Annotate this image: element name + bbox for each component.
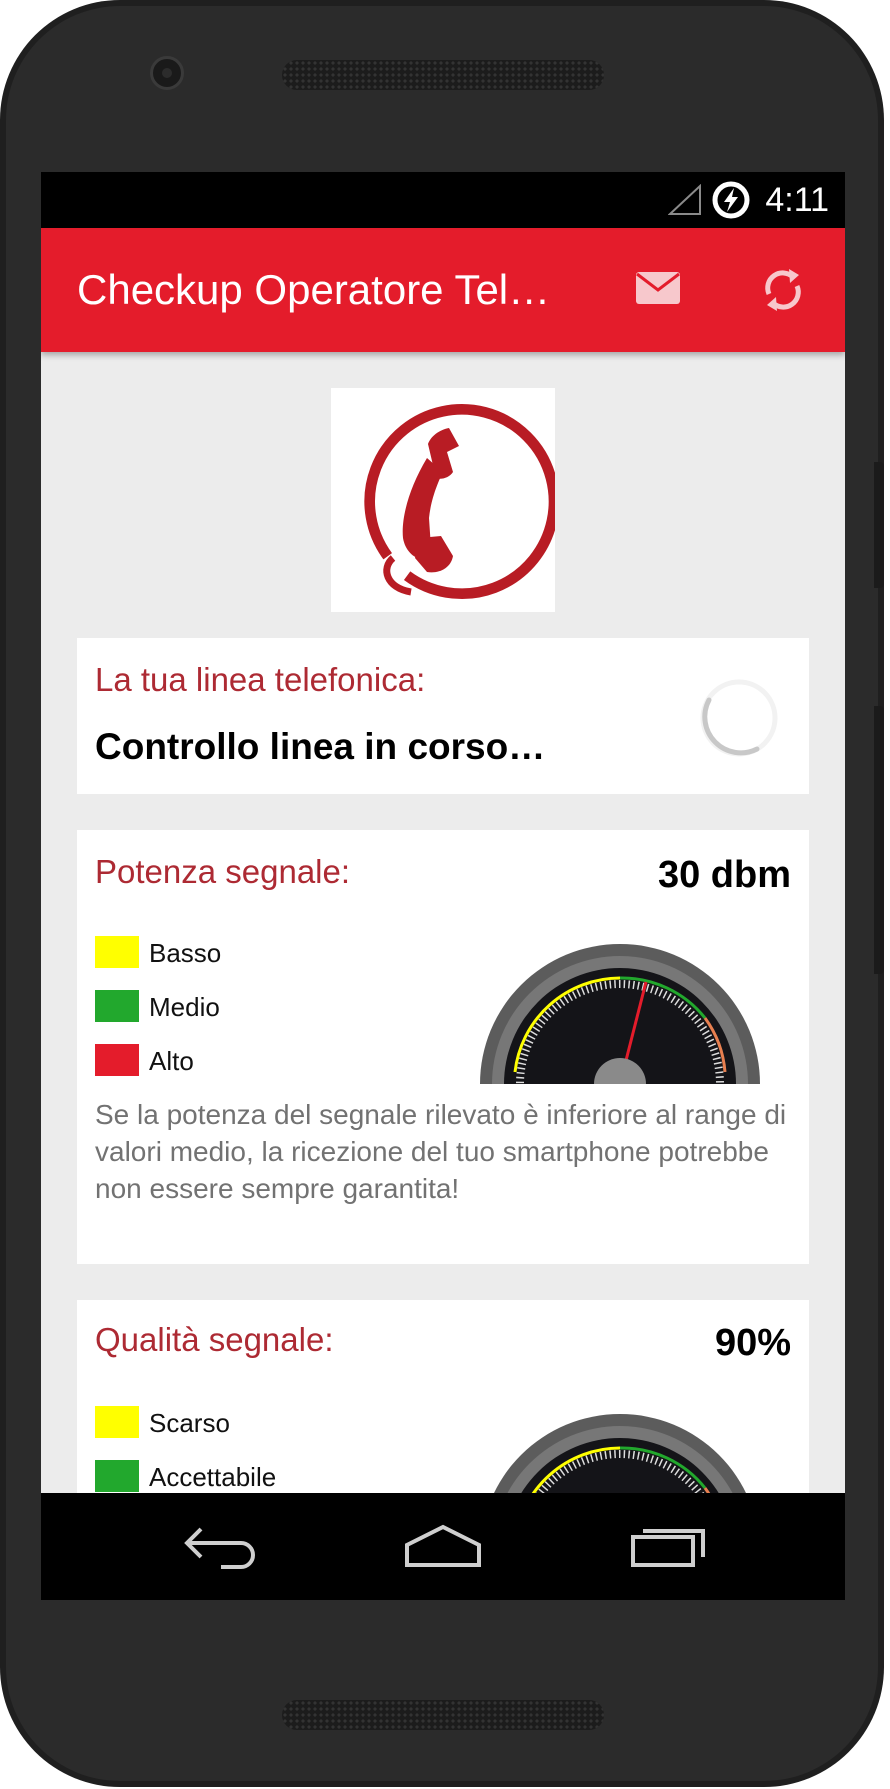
line-status: Controllo linea in corso… bbox=[95, 726, 546, 767]
legend-swatch-yellow bbox=[95, 1406, 139, 1438]
legend-label: Accettabile bbox=[149, 1462, 277, 1492]
phone-logo-icon bbox=[364, 404, 560, 599]
phone-frame: 4:11 Checkup Operatore Tel… La tua linea… bbox=[0, 0, 884, 1787]
legend-label: Basso bbox=[149, 938, 222, 968]
loading-spinner-icon bbox=[700, 679, 778, 757]
line-card: La tua linea telefonica: Controllo linea… bbox=[77, 638, 809, 794]
signal-quality-value: 90% bbox=[714, 1322, 791, 1364]
back-icon[interactable] bbox=[181, 1519, 261, 1571]
legend-label: Alto bbox=[149, 1046, 194, 1076]
status-bar: 4:11 bbox=[41, 172, 845, 228]
recents-icon[interactable] bbox=[629, 1519, 709, 1571]
legend-swatch-red bbox=[95, 1044, 139, 1076]
battery-charging-icon bbox=[712, 181, 750, 219]
refresh-icon[interactable] bbox=[759, 264, 807, 316]
signal-quality-label: Qualità segnale: bbox=[95, 1321, 334, 1358]
bottom-speaker bbox=[282, 1700, 604, 1730]
status-time: 4:11 bbox=[765, 181, 829, 219]
legend-swatch-yellow bbox=[95, 936, 139, 968]
mail-icon[interactable] bbox=[634, 268, 682, 308]
navigation-bar bbox=[41, 1493, 845, 1600]
top-speaker bbox=[282, 60, 604, 90]
signal-power-gauge bbox=[480, 944, 760, 1084]
signal-power-card: Potenza segnale: 30 dbm Basso Medio Alto bbox=[77, 830, 809, 1264]
main-content: La tua linea telefonica: Controllo linea… bbox=[41, 352, 845, 1600]
app-bar: Checkup Operatore Tel… bbox=[41, 228, 845, 352]
phone-logo bbox=[331, 388, 560, 612]
legend-swatch-green bbox=[95, 1460, 139, 1492]
home-icon[interactable] bbox=[401, 1519, 485, 1571]
legend-swatch-green bbox=[95, 990, 139, 1022]
signal-power-label: Potenza segnale: bbox=[95, 853, 351, 890]
screen: 4:11 Checkup Operatore Tel… La tua linea… bbox=[41, 172, 845, 1600]
signal-power-value: 30 dbm bbox=[657, 854, 791, 896]
side-button-lower bbox=[874, 706, 884, 974]
legend-label: Medio bbox=[149, 992, 220, 1022]
signal-power-description: Se la potenza del segnale rilevato è inf… bbox=[95, 1099, 787, 1204]
legend-label: Scarso bbox=[149, 1408, 230, 1438]
app-title: Checkup Operatore Tel… bbox=[77, 266, 551, 313]
side-button-upper bbox=[874, 462, 884, 588]
line-label: La tua linea telefonica: bbox=[95, 661, 426, 698]
signal-icon bbox=[668, 184, 701, 215]
front-camera bbox=[150, 56, 184, 90]
